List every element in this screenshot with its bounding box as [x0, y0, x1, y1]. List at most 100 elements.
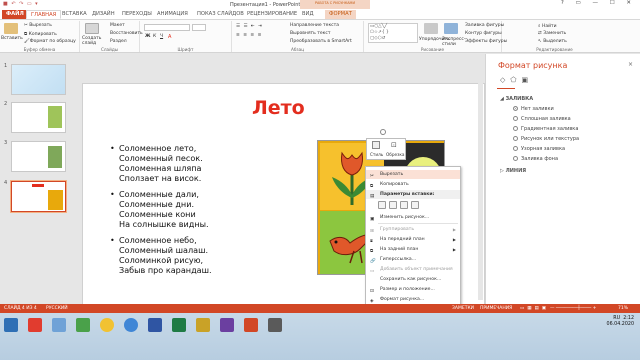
folder-icon[interactable] — [196, 318, 210, 332]
fill-option-picture[interactable]: Рисунок или текстура — [513, 136, 579, 142]
format-pane-tab-icons[interactable]: ◇⬠▣ — [500, 76, 533, 84]
paste-icon[interactable] — [4, 23, 18, 34]
menu-item-alt-text[interactable]: ▭ Добавить объект примечания — [366, 265, 460, 274]
slide-thumbnail-1[interactable] — [11, 64, 66, 95]
crop-button[interactable]: Обрезка — [386, 152, 404, 157]
paste-option-icon[interactable] — [389, 201, 397, 209]
input-language[interactable]: RU — [613, 316, 620, 321]
slide-thumbnail-3[interactable] — [11, 141, 66, 172]
copy-button[interactable]: ⧉ Копировать — [24, 31, 57, 37]
menu-item-save-as-picture[interactable]: Сохранить как рисунок... — [366, 275, 460, 284]
paste-option-icon[interactable] — [378, 201, 386, 209]
language-indicator[interactable]: РУССКИЙ — [46, 306, 68, 311]
tab-home[interactable]: ГЛАВНАЯ — [26, 10, 62, 19]
menu-item-bring-forward[interactable]: ⧈ На передний план ▶ — [366, 235, 460, 244]
menu-item-change-picture[interactable]: ▣ Изменить рисунок... — [366, 213, 460, 222]
tab-insert[interactable]: ВСТАВКА — [58, 10, 91, 19]
font-name-combo[interactable] — [144, 24, 190, 31]
rotate-handle[interactable] — [380, 129, 386, 135]
tab-animation[interactable]: АНИМАЦИЯ — [153, 10, 192, 19]
view-buttons[interactable]: ▭▦▤▣ — [520, 306, 549, 311]
quick-access-toolbar[interactable]: ■ ↶ ↷ ▭ ▾ — [3, 1, 39, 7]
tab-file[interactable]: ФАЙЛ — [2, 10, 28, 19]
skype-icon[interactable] — [124, 318, 138, 332]
fill-option-none[interactable]: Нет заливки — [513, 106, 554, 112]
reset-button[interactable]: Восстановить — [110, 31, 143, 36]
smartart-button[interactable]: Преобразовать в SmartArt — [290, 39, 352, 44]
style-icon[interactable] — [372, 141, 380, 149]
menu-item-cut[interactable]: ✂ Вырезать — [366, 170, 460, 179]
find-button[interactable]: ⌕ Найти — [538, 23, 557, 29]
fill-option-solid[interactable]: Сплошная заливка — [513, 116, 571, 122]
slide-thumbnail-4[interactable] — [10, 180, 67, 213]
photos-icon[interactable] — [52, 318, 66, 332]
select-button[interactable]: ↖ Выделить — [538, 39, 567, 44]
underline-button[interactable]: Ч — [160, 34, 163, 39]
word-icon[interactable] — [148, 318, 162, 332]
italic-button[interactable]: К — [153, 34, 156, 39]
stanza-2[interactable]: Соломенные дали, Соломенные дни. Соломен… — [110, 189, 209, 229]
arrange-icon[interactable] — [424, 23, 438, 34]
paste-option-icon[interactable] — [400, 201, 408, 209]
cut-button[interactable]: ✂ Вырезать — [24, 23, 52, 28]
menu-item-group[interactable]: ⊞ Группировать ▶ — [366, 225, 460, 234]
window-controls[interactable]: ? ▭ — ☐ ✕ — [561, 0, 636, 6]
fill-section-header[interactable]: ◢ ЗАЛИВКА — [500, 96, 533, 102]
new-slide-icon[interactable] — [85, 23, 99, 34]
shape-outline-button[interactable]: Контур фигуры — [465, 31, 502, 36]
menu-item-send-backward[interactable]: ⧉ На задний план ▶ — [366, 245, 460, 254]
powerpoint-icon[interactable] — [244, 318, 258, 332]
tab-review[interactable]: РЕЦЕНЗИРОВАНИЕ — [243, 10, 301, 19]
slide-title[interactable]: Лето — [252, 97, 305, 119]
fill-option-background[interactable]: Заливка фона — [513, 156, 558, 162]
tab-slideshow[interactable]: ПОКАЗ СЛАЙДОВ — [193, 10, 248, 19]
excel-icon[interactable] — [172, 318, 186, 332]
line-section-header[interactable]: ▷ ЛИНИЯ — [500, 168, 526, 174]
vertical-scrollbar[interactable] — [478, 60, 483, 300]
fill-option-gradient[interactable]: Градиентная заливка — [513, 126, 578, 132]
shape-effects-button[interactable]: Эффекты фигуры — [465, 39, 507, 44]
menu-item-size-position[interactable]: ⊡ Размер и положение... — [366, 285, 460, 294]
notes-button[interactable]: ЗАМЕТКИ — [452, 306, 474, 311]
system-tray[interactable]: RU 2:12 06.04.2020 — [607, 316, 634, 328]
text-direction-button[interactable]: Направление текста — [290, 23, 339, 28]
quick-styles-button[interactable]: Экспресс-стили — [442, 37, 465, 47]
new-slide-button[interactable]: Создать слайд — [82, 36, 106, 46]
align-text-button[interactable]: Выровнять текст — [290, 31, 330, 36]
layout-button[interactable]: Макет — [110, 23, 125, 28]
menu-item-hyperlink[interactable]: 🔗 Гиперссылка... — [366, 255, 460, 264]
align-icons[interactable]: ≡ ≡ ≡ ≡ — [236, 33, 262, 38]
font-color-icon[interactable]: A — [168, 34, 171, 40]
close-icon[interactable]: × — [628, 61, 633, 68]
format-painter-button[interactable]: 🖌Формат по образцу — [24, 39, 76, 44]
style-button[interactable]: Стиль — [370, 152, 383, 157]
stanza-1[interactable]: Соломенное лето, Соломенный песок. Солом… — [110, 143, 203, 183]
paste-button[interactable]: Вставить — [1, 36, 23, 41]
section-button[interactable]: Раздел — [110, 39, 127, 44]
fill-option-pattern[interactable]: Узорная заливка — [513, 146, 565, 152]
start-icon[interactable] — [4, 318, 18, 332]
paste-option-icon[interactable] — [411, 201, 419, 209]
zoom-level[interactable]: 71% — [618, 306, 628, 311]
menu-item-copy[interactable]: ⧉ Копировать — [366, 180, 460, 189]
tab-design[interactable]: ДИЗАЙН — [88, 10, 119, 19]
shape-fill-button[interactable]: Заливка фигуры — [465, 23, 504, 28]
chrome-icon[interactable] — [100, 318, 114, 332]
tab-transitions[interactable]: ПЕРЕХОДЫ — [118, 10, 156, 19]
yandex-icon[interactable] — [28, 318, 42, 332]
tab-format[interactable]: ФОРМАТ — [325, 10, 356, 19]
font-size-combo[interactable] — [192, 24, 206, 31]
crop-icon[interactable]: ⊡ — [391, 141, 397, 149]
shapes-gallery[interactable]: ▭○△╲╱ ⬠☆↗{ } ▢◇⬡↺ — [368, 23, 418, 43]
replace-button[interactable]: ⇄ Заменить — [538, 31, 566, 36]
bold-button[interactable]: Ж — [145, 34, 151, 39]
app-icon[interactable] — [220, 318, 234, 332]
app-icon[interactable] — [268, 318, 282, 332]
tab-view[interactable]: ВИД — [298, 10, 318, 19]
zoom-slider[interactable]: — ────────┼──── + — [550, 306, 596, 311]
app-icon[interactable] — [76, 318, 90, 332]
menu-item-format-picture[interactable]: ◈ Формат рисунка... — [366, 295, 460, 304]
quick-styles-icon[interactable] — [444, 23, 458, 34]
slide-thumbnail-2[interactable] — [11, 102, 66, 133]
comments-button[interactable]: ПРИМЕЧАНИЯ — [480, 306, 512, 311]
